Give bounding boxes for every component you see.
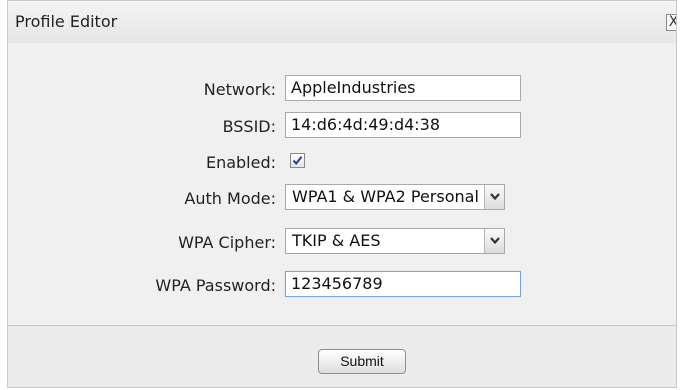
wpa-cipher-label: WPA Cipher: (178, 233, 276, 252)
auth-mode-label: Auth Mode: (184, 189, 276, 208)
wpa-password-row: WPA Password: 123456789 (8, 271, 676, 299)
chevron-down-icon (490, 237, 500, 245)
wpa-password-input[interactable]: 123456789 (285, 271, 521, 297)
enabled-label: Enabled: (205, 153, 276, 172)
profile-editor-dialog: Profile Editor X Network: AppleIndustrie… (7, 0, 677, 388)
wpa-cipher-select[interactable]: TKIP & AES (285, 228, 505, 254)
auth-mode-row: Auth Mode: WPA1 & WPA2 Personal (8, 184, 676, 212)
auth-mode-dropdown-arrow[interactable] (484, 185, 504, 209)
enabled-checkbox[interactable] (290, 153, 305, 168)
check-icon (292, 156, 303, 166)
wpa-cipher-selected-value: TKIP & AES (292, 231, 381, 250)
close-icon: X (669, 14, 676, 30)
submit-button[interactable]: Submit (318, 349, 406, 374)
dialog-title: Profile Editor (15, 12, 118, 31)
wpa-cipher-row: WPA Cipher: TKIP & AES (8, 228, 676, 256)
auth-mode-selected-value: WPA1 & WPA2 Personal (292, 187, 479, 206)
network-input[interactable]: AppleIndustries (285, 75, 521, 101)
dialog-titlebar: Profile Editor X (8, 1, 676, 44)
bssid-label: BSSID: (222, 117, 276, 136)
bssid-input[interactable]: 14:d6:4d:49:d4:38 (285, 112, 521, 138)
network-row: Network: AppleIndustries (8, 75, 676, 103)
enabled-row: Enabled: (8, 148, 676, 176)
wpa-password-label: WPA Password: (155, 276, 276, 295)
dialog-footer: Submit (8, 326, 676, 387)
close-button[interactable]: X (666, 14, 676, 31)
chevron-down-icon (490, 193, 500, 201)
bssid-row: BSSID: 14:d6:4d:49:d4:38 (8, 112, 676, 140)
network-label: Network: (203, 80, 276, 99)
wpa-cipher-dropdown-arrow[interactable] (484, 229, 504, 253)
auth-mode-select[interactable]: WPA1 & WPA2 Personal (285, 184, 505, 210)
form-panel: Network: AppleIndustries BSSID: 14:d6:4d… (8, 43, 676, 326)
